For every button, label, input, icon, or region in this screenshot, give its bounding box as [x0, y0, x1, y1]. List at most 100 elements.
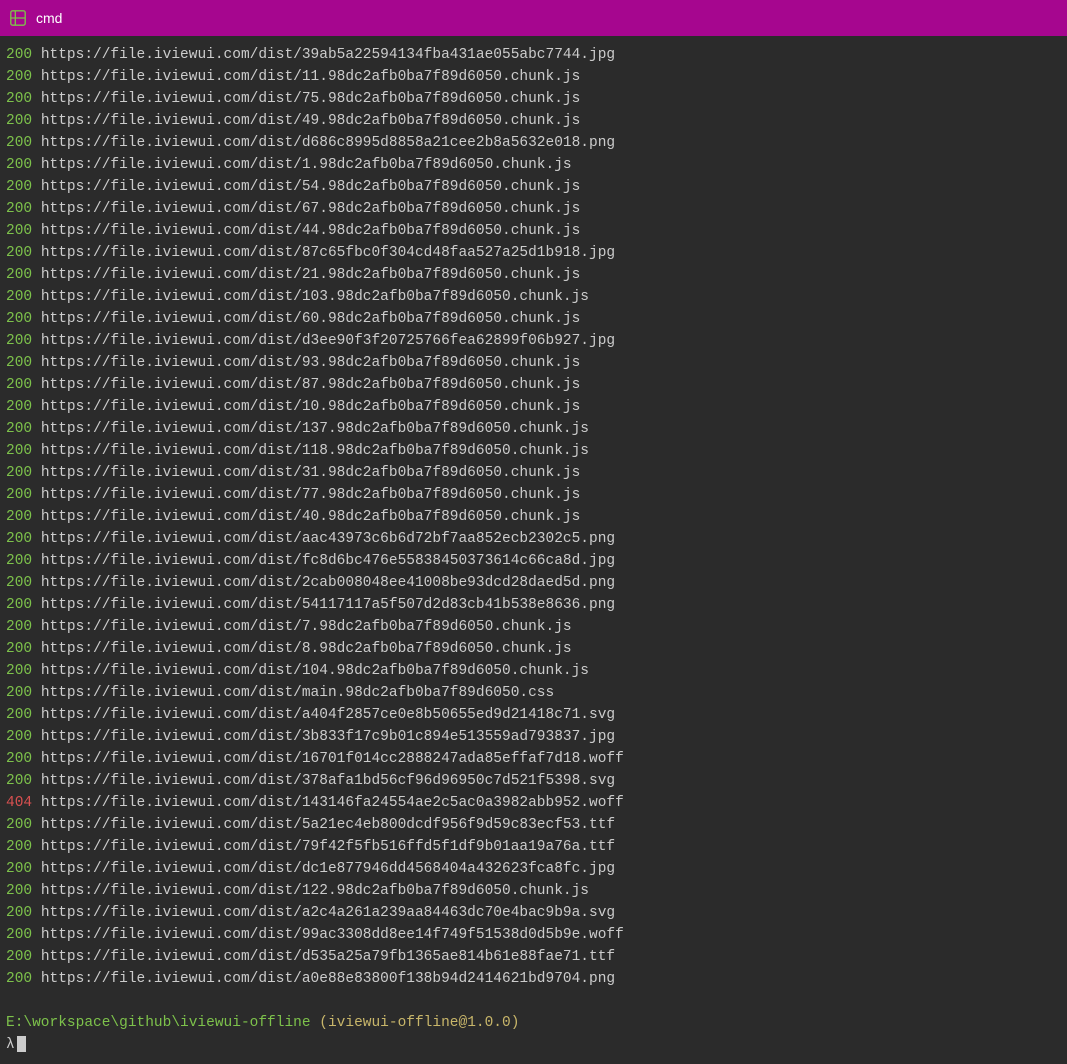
- status-code: 200: [6, 223, 32, 239]
- status-code: 200: [6, 773, 32, 789]
- log-url: https://file.iviewui.com/dist/77.98dc2af…: [41, 487, 581, 503]
- log-url: https://file.iviewui.com/dist/dc1e877946…: [41, 861, 615, 877]
- log-url: https://file.iviewui.com/dist/67.98dc2af…: [41, 201, 581, 217]
- log-url: https://file.iviewui.com/dist/104.98dc2a…: [41, 663, 589, 679]
- status-code: 200: [6, 751, 32, 767]
- status-code: 200: [6, 707, 32, 723]
- status-code: 200: [6, 377, 32, 393]
- status-code: 200: [6, 861, 32, 877]
- log-url: https://file.iviewui.com/dist/5a21ec4eb8…: [41, 817, 615, 833]
- log-url: https://file.iviewui.com/dist/87.98dc2af…: [41, 377, 581, 393]
- log-url: https://file.iviewui.com/dist/118.98dc2a…: [41, 443, 589, 459]
- log-line: 200 https://file.iviewui.com/dist/67.98d…: [6, 198, 1061, 220]
- status-code: 200: [6, 729, 32, 745]
- status-code: 200: [6, 641, 32, 657]
- status-code: 200: [6, 69, 32, 85]
- log-url: https://file.iviewui.com/dist/21.98dc2af…: [41, 267, 581, 283]
- status-code: 200: [6, 487, 32, 503]
- log-line: 200 https://file.iviewui.com/dist/541171…: [6, 594, 1061, 616]
- status-code: 200: [6, 619, 32, 635]
- log-line: 200 https://file.iviewui.com/dist/a2c4a2…: [6, 902, 1061, 924]
- log-url: https://file.iviewui.com/dist/main.98dc2…: [41, 685, 554, 701]
- status-code: 200: [6, 531, 32, 547]
- log-url: https://file.iviewui.com/dist/d535a25a79…: [41, 949, 615, 965]
- log-url: https://file.iviewui.com/dist/143146fa24…: [41, 795, 624, 811]
- status-code: 200: [6, 157, 32, 173]
- log-line: 200 https://file.iviewui.com/dist/44.98d…: [6, 220, 1061, 242]
- log-url: https://file.iviewui.com/dist/2cab008048…: [41, 575, 615, 591]
- log-line: 200 https://file.iviewui.com/dist/54.98d…: [6, 176, 1061, 198]
- log-url: https://file.iviewui.com/dist/137.98dc2a…: [41, 421, 589, 437]
- log-line: 200 https://file.iviewui.com/dist/1.98dc…: [6, 154, 1061, 176]
- status-code: 200: [6, 927, 32, 943]
- log-line: 200 https://file.iviewui.com/dist/3b833f…: [6, 726, 1061, 748]
- status-code: 200: [6, 47, 32, 63]
- status-code: 200: [6, 575, 32, 591]
- log-url: https://file.iviewui.com/dist/fc8d6bc476…: [41, 553, 615, 569]
- cmd-icon: [8, 8, 28, 28]
- status-code: 200: [6, 267, 32, 283]
- log-line: 200 https://file.iviewui.com/dist/8.98dc…: [6, 638, 1061, 660]
- log-line: 200 https://file.iviewui.com/dist/fc8d6b…: [6, 550, 1061, 572]
- status-code: 200: [6, 553, 32, 569]
- log-line: 200 https://file.iviewui.com/dist/118.98…: [6, 440, 1061, 462]
- status-code: 200: [6, 685, 32, 701]
- log-line: 200 https://file.iviewui.com/dist/a404f2…: [6, 704, 1061, 726]
- log-url: https://file.iviewui.com/dist/3b833f17c9…: [41, 729, 615, 745]
- log-url: https://file.iviewui.com/dist/49.98dc2af…: [41, 113, 581, 129]
- titlebar: cmd: [0, 0, 1067, 36]
- log-line: 200 https://file.iviewui.com/dist/87c65f…: [6, 242, 1061, 264]
- log-line: 200 https://file.iviewui.com/dist/93.98d…: [6, 352, 1061, 374]
- log-line: 200 https://file.iviewui.com/dist/16701f…: [6, 748, 1061, 770]
- status-code: 200: [6, 949, 32, 965]
- titlebar-text: cmd: [36, 10, 62, 26]
- log-url: https://file.iviewui.com/dist/122.98dc2a…: [41, 883, 589, 899]
- status-code: 404: [6, 795, 32, 811]
- log-url: https://file.iviewui.com/dist/87c65fbc0f…: [41, 245, 615, 261]
- log-url: https://file.iviewui.com/dist/1.98dc2afb…: [41, 157, 572, 173]
- log-url: https://file.iviewui.com/dist/378afa1bd5…: [41, 773, 615, 789]
- log-url: https://file.iviewui.com/dist/10.98dc2af…: [41, 399, 581, 415]
- prompt-input-line[interactable]: λ: [6, 1034, 1061, 1056]
- status-code: 200: [6, 135, 32, 151]
- status-code: 200: [6, 465, 32, 481]
- log-line: 200 https://file.iviewui.com/dist/d3ee90…: [6, 330, 1061, 352]
- status-code: 200: [6, 113, 32, 129]
- log-url: https://file.iviewui.com/dist/16701f014c…: [41, 751, 624, 767]
- log-line: 200 https://file.iviewui.com/dist/10.98d…: [6, 396, 1061, 418]
- status-code: 200: [6, 817, 32, 833]
- log-url: https://file.iviewui.com/dist/8.98dc2afb…: [41, 641, 572, 657]
- cursor: [17, 1036, 26, 1052]
- log-line: 200 https://file.iviewui.com/dist/2cab00…: [6, 572, 1061, 594]
- status-code: 200: [6, 905, 32, 921]
- status-code: 200: [6, 399, 32, 415]
- log-line: 404 https://file.iviewui.com/dist/143146…: [6, 792, 1061, 814]
- status-code: 200: [6, 421, 32, 437]
- log-line: 200 https://file.iviewui.com/dist/122.98…: [6, 880, 1061, 902]
- log-line: 200 https://file.iviewui.com/dist/79f42f…: [6, 836, 1061, 858]
- log-url: https://file.iviewui.com/dist/75.98dc2af…: [41, 91, 581, 107]
- log-url: https://file.iviewui.com/dist/99ac3308dd…: [41, 927, 624, 943]
- prompt-package: (iviewui-offline@1.0.0): [319, 1015, 519, 1031]
- log-line: 200 https://file.iviewui.com/dist/dc1e87…: [6, 858, 1061, 880]
- log-url: https://file.iviewui.com/dist/a2c4a261a2…: [41, 905, 615, 921]
- log-url: https://file.iviewui.com/dist/103.98dc2a…: [41, 289, 589, 305]
- status-code: 200: [6, 509, 32, 525]
- log-line: 200 https://file.iviewui.com/dist/d686c8…: [6, 132, 1061, 154]
- log-url: https://file.iviewui.com/dist/31.98dc2af…: [41, 465, 581, 481]
- prompt-symbol: λ: [6, 1037, 15, 1053]
- log-line: 200 https://file.iviewui.com/dist/87.98d…: [6, 374, 1061, 396]
- log-line: 200 https://file.iviewui.com/dist/378afa…: [6, 770, 1061, 792]
- log-url: https://file.iviewui.com/dist/79f42f5fb5…: [41, 839, 615, 855]
- log-url: https://file.iviewui.com/dist/11.98dc2af…: [41, 69, 581, 85]
- log-line: 200 https://file.iviewui.com/dist/103.98…: [6, 286, 1061, 308]
- status-code: 200: [6, 355, 32, 371]
- log-url: https://file.iviewui.com/dist/a0e88e8380…: [41, 971, 615, 987]
- log-line: 200 https://file.iviewui.com/dist/60.98d…: [6, 308, 1061, 330]
- log-url: https://file.iviewui.com/dist/40.98dc2af…: [41, 509, 581, 525]
- log-url: https://file.iviewui.com/dist/d686c8995d…: [41, 135, 615, 151]
- log-url: https://file.iviewui.com/dist/54117117a5…: [41, 597, 615, 613]
- terminal-output[interactable]: 200 https://file.iviewui.com/dist/39ab5a…: [0, 36, 1067, 1064]
- status-code: 200: [6, 289, 32, 305]
- log-url: https://file.iviewui.com/dist/39ab5a2259…: [41, 47, 615, 63]
